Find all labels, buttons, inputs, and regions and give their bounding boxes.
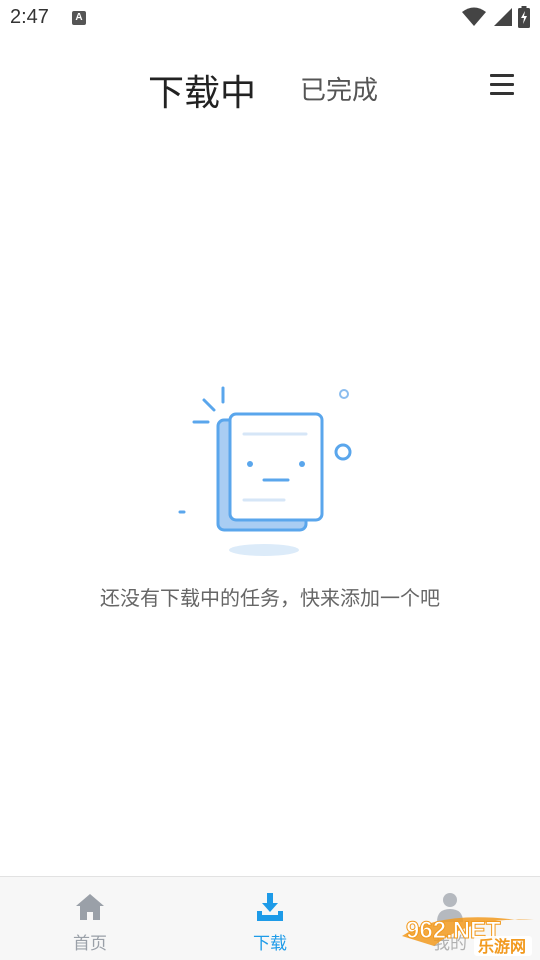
- empty-state-message: 还没有下载中的任务，快来添加一个吧: [100, 586, 440, 610]
- menu-icon-line: [490, 92, 514, 95]
- tab-completed[interactable]: 已完成: [300, 70, 378, 107]
- nav-home-label: 首页: [73, 934, 107, 954]
- menu-button[interactable]: [490, 74, 516, 98]
- nav-home[interactable]: 首页: [0, 877, 180, 960]
- status-bar: 2:47 A: [0, 0, 540, 36]
- download-icon: [257, 893, 283, 921]
- signal-icon: [494, 8, 512, 26]
- nav-download[interactable]: 下载: [180, 877, 360, 960]
- empty-state-illustration: [178, 386, 352, 556]
- top-tab-bar: 下载中 已完成: [0, 60, 540, 114]
- menu-icon-line: [490, 74, 514, 77]
- home-icon: [76, 894, 104, 920]
- status-time: 2:47: [10, 6, 49, 28]
- battery-icon: [518, 6, 530, 28]
- status-icons: [462, 6, 530, 28]
- menu-icon-line: [490, 83, 514, 86]
- watermark-logo: 962.NET 乐游网: [402, 917, 534, 956]
- watermark-brand-bottom: 乐游网: [478, 937, 526, 956]
- nav-download-label: 下载: [253, 934, 287, 954]
- wifi-icon: [462, 7, 486, 26]
- notification-app-icon: A: [72, 11, 86, 25]
- tab-downloading[interactable]: 下载中: [148, 64, 256, 116]
